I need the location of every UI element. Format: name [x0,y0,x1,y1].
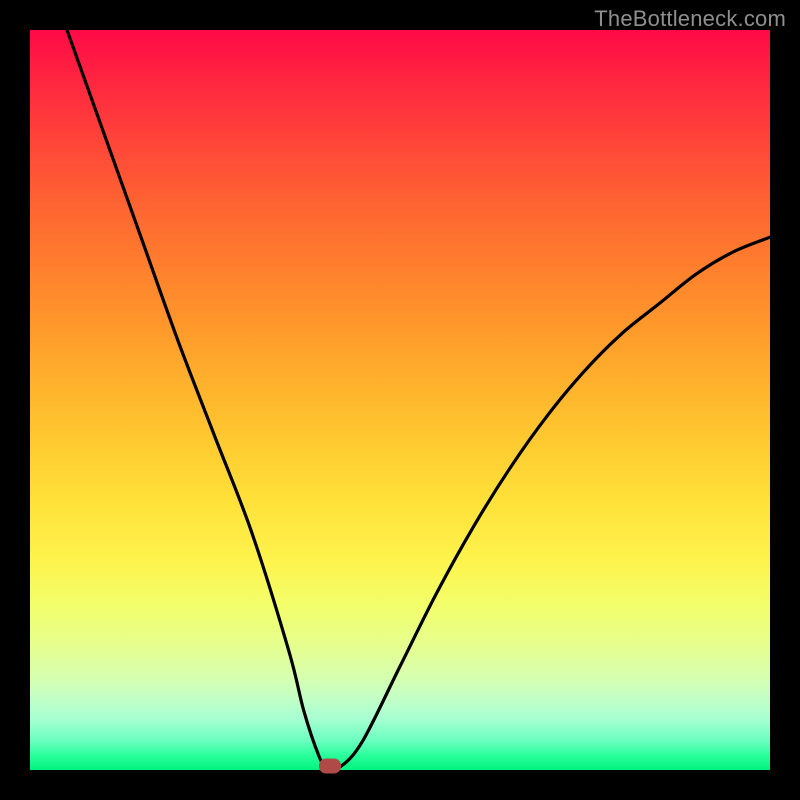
plot-area [30,30,770,770]
optimal-point-marker [319,759,341,774]
bottleneck-curve [30,30,770,770]
chart-frame: TheBottleneck.com [0,0,800,800]
watermark: TheBottleneck.com [594,6,786,32]
